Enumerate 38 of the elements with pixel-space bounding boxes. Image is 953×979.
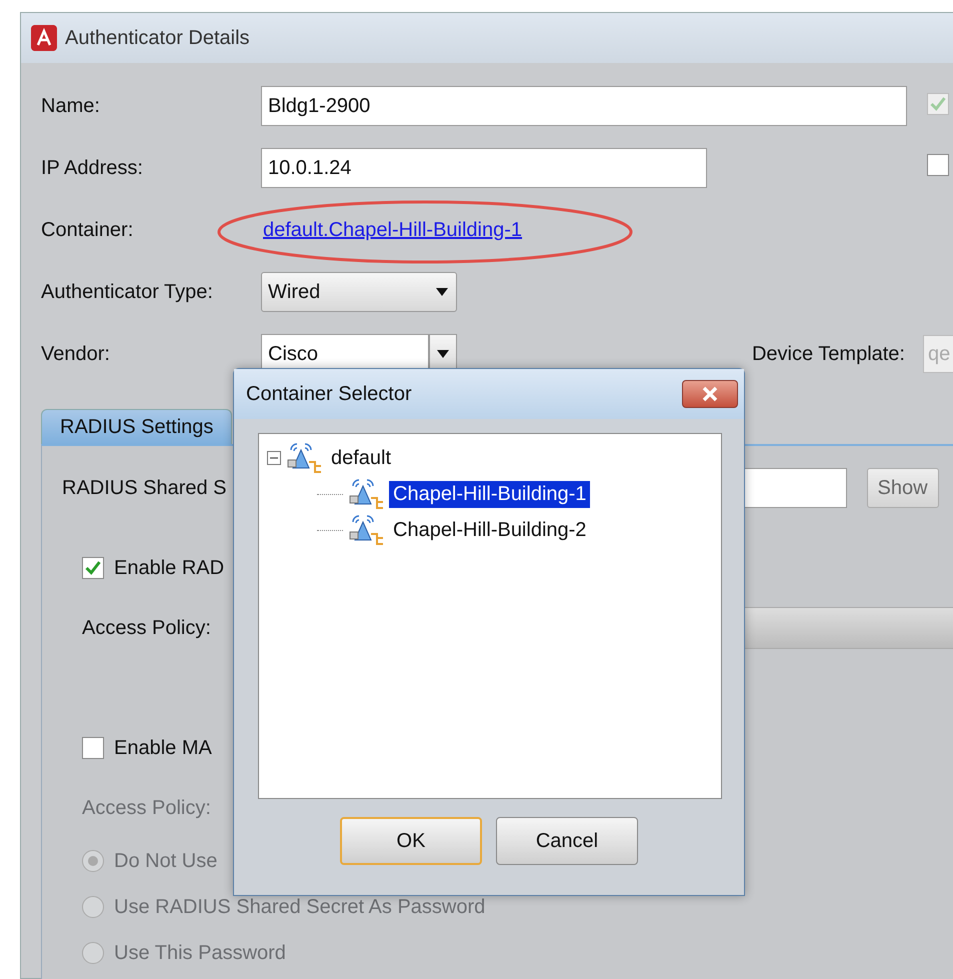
authenticator-type-dropdown[interactable]: Wired [261,272,457,312]
field-label: Vendor: [41,342,111,366]
app-logo-icon [31,25,57,51]
field-label: Device Template: [752,342,905,366]
field-label: RADIUS Shared S [62,476,227,500]
ip-address-field[interactable]: 10.0.1.24 [261,148,707,188]
network-node-icon [347,514,385,546]
field-label: Container: [41,218,134,242]
close-icon [701,386,719,402]
field-label: IP Address: [41,156,144,180]
checkbox[interactable] [927,154,949,176]
field-label: Name: [41,94,101,118]
close-button[interactable] [682,380,738,408]
dialog-title: Container Selector [246,382,412,406]
network-node-icon [285,442,323,474]
caret-icon [437,350,449,358]
window-title: Authenticator Details [65,26,250,50]
tab[interactable]: RADIUS Settings [41,409,232,444]
checkbox[interactable] [82,737,104,759]
radio-label: Do Not Use [114,850,218,872]
radio-label: Use This Password [114,942,286,964]
cancel-button[interactable]: Cancel [496,817,638,865]
ok-button[interactable]: OK [340,817,482,865]
checkbox[interactable] [82,557,104,579]
tree-item[interactable]: default [327,444,396,472]
tree-item[interactable]: Chapel-Hill-Building-2 [389,516,590,544]
field-label: Authenticator Type: [41,280,214,304]
checkbox-label: Enable RAD [114,556,224,580]
caret-icon [436,288,448,296]
checkbox-label: Enable MA [114,736,212,760]
network-node-icon [347,478,385,510]
field-label: Access Policy: [81,616,211,640]
show-button[interactable]: Show [866,468,939,508]
collapse-icon[interactable] [267,451,281,465]
radio-label: Use RADIUS Shared Secret As Password [114,896,486,918]
tree-item[interactable]: Chapel-Hill-Building-1 [389,480,590,508]
name-field[interactable]: Bldg1-2900 [261,86,907,126]
field-label: Access Policy: [81,796,211,820]
